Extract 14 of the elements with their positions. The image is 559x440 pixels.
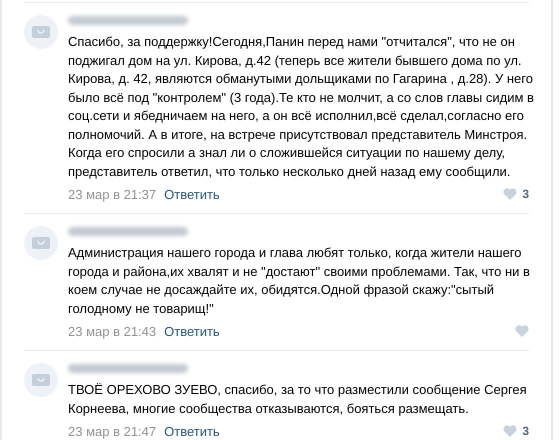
- heart-icon[interactable]: [515, 325, 529, 337]
- comment-text: Спасибо, за поддержку!Сегодня,Панин перед нами "отчитался", что не он поджигал дом на ул. Кирова, д.42 (теперь все жители бывшего дома по ул. Кирова, д. 42, являются обманутыми дольщиками по Гагарина , д.28). У него было всё под "контролем" (3 года).Те кто не молчит, а со слов главы сидим в соц.сети и ябедничаем на него, а он всё исполнил,всё сделал,согласно его полномочий. А в итоге, на встрече присутствовал представитель Минстроя. Когда его спросили а знал ли о сложившейся ситуации по нашему делу, представитель ответил, что только несколько дней назад ему сообщили.: [68, 33, 535, 181]
- heart-icon[interactable]: [503, 425, 518, 437]
- like-count: 3: [522, 424, 529, 438]
- heart-icon[interactable]: [503, 188, 518, 200]
- like-count: 3: [522, 187, 529, 201]
- comment-text: Администрация нашего города и глава любят только, когда жители нашего города и района,их хвалят и не "достают" своими проблемами. Так, что ни в коем случае не досаждайте их, обидятся.Одной фразой скажу:"сытый голодному не товарищ!": [68, 244, 531, 318]
- avatar-icon[interactable]: [24, 363, 58, 397]
- avatar-icon[interactable]: [24, 226, 58, 260]
- avatar-icon[interactable]: [24, 15, 58, 49]
- comment-text: ТВОЁ ОРЕХОВО ЗУЕВО, спасибо, за то что разместили сообщение Сергея Корнеева, многие сообщества отказываются, бояться размещать.: [68, 381, 528, 418]
- reply-link[interactable]: Ответить: [164, 424, 220, 438]
- reply-link[interactable]: Ответить: [164, 324, 220, 338]
- reply-link[interactable]: Ответить: [164, 186, 220, 202]
